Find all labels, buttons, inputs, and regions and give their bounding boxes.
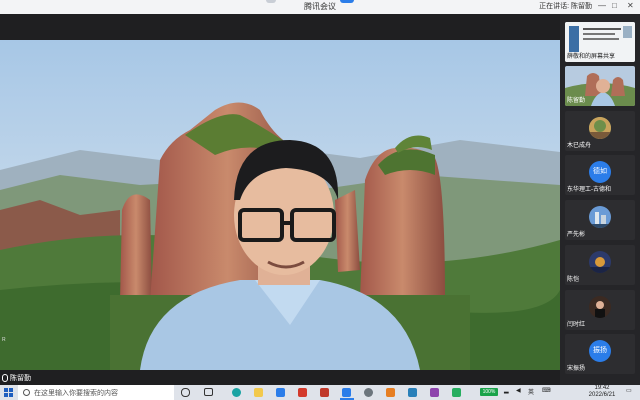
notification-icon[interactable]: ▭: [626, 387, 632, 394]
volume-icon[interactable]: ◀: [516, 387, 521, 394]
participant-name: 宋振扬: [567, 366, 586, 372]
wps-office-icon[interactable]: [298, 388, 307, 397]
app-icon[interactable]: [408, 388, 417, 397]
microphone-icon: [2, 374, 8, 383]
tencent-meeting-icon[interactable]: [342, 388, 351, 397]
windows-start-icon[interactable]: [4, 388, 13, 397]
minimize-button[interactable]: —: [598, 1, 606, 10]
participant-photo: [589, 206, 611, 228]
participant-avatar: 振扬: [589, 340, 611, 362]
file-explorer-icon[interactable]: [254, 388, 263, 397]
close-button[interactable]: ✕: [627, 1, 634, 10]
participant-tile-avatar[interactable]: 德如 东华理工-古德和: [565, 155, 635, 195]
participant-name: 严先彬: [567, 232, 586, 238]
participant-tile-photo[interactable]: 严先彬: [565, 200, 635, 240]
system-clock[interactable]: 19:42 2022/6/21: [582, 385, 622, 399]
settings-icon[interactable]: [364, 388, 373, 397]
avatar-text: 振扬: [593, 347, 607, 354]
app-icon[interactable]: [452, 388, 461, 397]
app-icon[interactable]: [430, 388, 439, 397]
maximize-button[interactable]: □: [612, 1, 617, 10]
input-method-icon[interactable]: ⌨: [542, 387, 551, 394]
search-icon: [23, 389, 30, 396]
participant-list[interactable]: 薛敬和的屏幕共享 陈留勤 木已成舟 德如 东华理工-古德和 严先彬 陈恺 闫时红…: [560, 14, 640, 385]
participant-tile-screen-share[interactable]: 薛敬和的屏幕共享: [565, 22, 635, 62]
participant-photo: [589, 296, 611, 318]
participant-name: 闫时红: [567, 322, 586, 328]
network-icon[interactable]: ▂: [504, 387, 509, 394]
clock-date: 2022/6/21: [588, 392, 616, 398]
app-icon[interactable]: [386, 388, 395, 397]
clock-time: 19:42: [594, 385, 610, 391]
side-mark: R: [2, 337, 6, 343]
participant-tile-video[interactable]: 陈留勤: [565, 66, 635, 106]
task-view-icon[interactable]: [204, 388, 213, 396]
participant-photo: [589, 251, 611, 273]
participant-name: 薛敬和的屏幕共享: [567, 54, 616, 60]
participant-tile-photo[interactable]: 木已成舟: [565, 111, 635, 151]
taskbar: 在这里输入你要搜索的内容 100% ▂ ◀ 英 ⌨ 19:42 2022/6/2…: [0, 385, 640, 400]
participant-tile-photo[interactable]: 陈恺: [565, 245, 635, 285]
participant-name: 陈恺: [567, 277, 580, 283]
speaker-name-text: 陈留勤: [10, 375, 31, 382]
speaker-name-label: 陈留勤: [2, 373, 31, 383]
speaking-indicator: 正在讲话: 陈留勤: [539, 3, 592, 10]
edge-browser-icon[interactable]: [232, 388, 241, 397]
search-placeholder: 在这里输入你要搜索的内容: [34, 390, 118, 397]
title-bar: 腾讯会议 正在讲话: 陈留勤 — □ ✕: [0, 0, 640, 14]
battery-indicator[interactable]: 100%: [480, 388, 498, 396]
main-video-area[interactable]: R 陈留勤: [0, 14, 560, 385]
ime-indicator[interactable]: 英: [528, 387, 534, 396]
taskbar-search-box[interactable]: 在这里输入你要搜索的内容: [18, 385, 174, 400]
participant-tile-photo[interactable]: 闫时红: [565, 290, 635, 330]
participant-photo: [589, 117, 611, 139]
speaker-video: R: [0, 40, 560, 370]
avatar-text: 德如: [593, 168, 607, 175]
mail-icon[interactable]: [276, 388, 285, 397]
participant-name: 木已成舟: [567, 143, 592, 149]
cortana-icon[interactable]: [181, 388, 190, 397]
participant-name: 陈留勤: [567, 98, 586, 104]
participant-tile-avatar[interactable]: 振扬 宋振扬: [565, 334, 635, 374]
app-icon[interactable]: [320, 388, 329, 397]
participant-avatar: 德如: [589, 161, 611, 183]
participant-name: 东华理工-古德和: [567, 187, 611, 193]
